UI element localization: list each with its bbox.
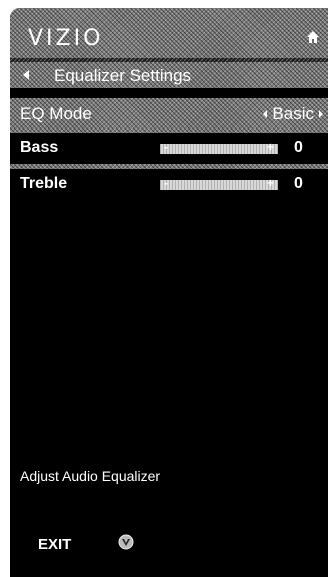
bass-value: 0	[294, 139, 303, 156]
home-icon[interactable]	[306, 30, 320, 44]
row-divider	[10, 128, 328, 133]
left-arrow-icon[interactable]	[262, 109, 268, 119]
eq-mode-row[interactable]: EQ Mode Basic	[10, 98, 328, 128]
treble-label: Treble	[20, 175, 68, 192]
bass-row[interactable]: Bass - + 0	[10, 136, 328, 162]
vizio-v-icon[interactable]	[118, 534, 134, 550]
top-bar: VIZIO	[10, 8, 328, 58]
back-arrow-icon[interactable]	[22, 69, 30, 81]
treble-slider[interactable]: - +	[160, 176, 278, 190]
treble-plus-icon: +	[266, 176, 274, 190]
treble-row[interactable]: Treble - + 0	[10, 172, 328, 198]
bass-plus-icon: +	[266, 140, 274, 154]
help-text: Adjust Audio Equalizer	[20, 468, 161, 484]
treble-minus-icon: -	[164, 176, 168, 190]
treble-value: 0	[294, 175, 303, 192]
eq-mode-label: EQ Mode	[20, 104, 92, 123]
exit-button[interactable]: EXIT	[38, 536, 71, 553]
bass-minus-icon: -	[164, 140, 168, 154]
bass-label: Bass	[20, 139, 59, 156]
tv-screen: VIZIO Equalizer Settings EQ Mode Basic B…	[10, 8, 328, 577]
vizio-logo: VIZIO	[28, 26, 104, 51]
eq-mode-value: Basic	[272, 104, 314, 123]
eq-mode-selector[interactable]: Basic	[262, 104, 324, 124]
menu-title: Equalizer Settings	[54, 66, 192, 85]
menu-title-bar: Equalizer Settings	[10, 62, 328, 88]
right-arrow-icon[interactable]	[318, 109, 324, 119]
bass-slider[interactable]: - +	[160, 140, 278, 154]
row-divider	[10, 164, 328, 169]
